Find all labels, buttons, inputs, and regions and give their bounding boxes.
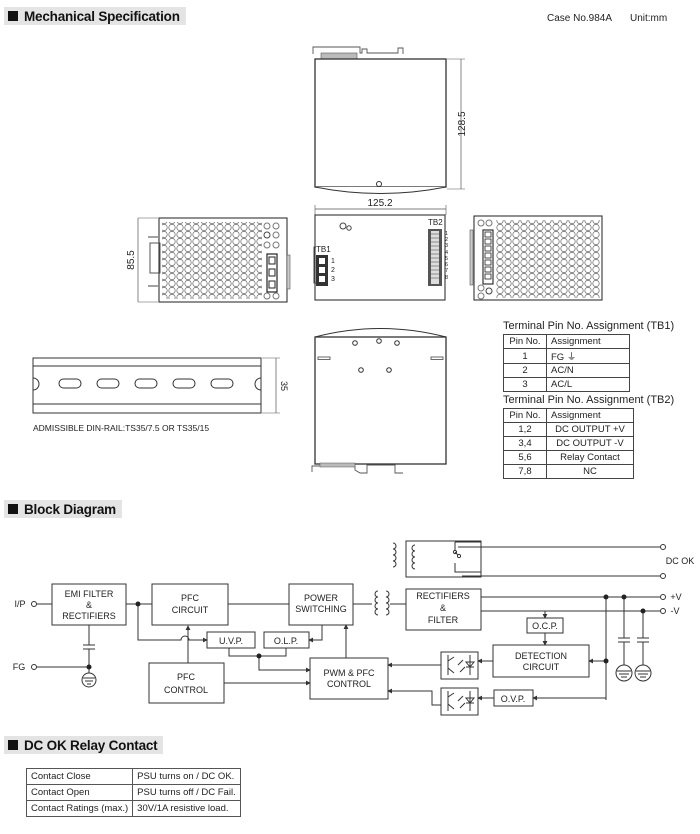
ocp-label: O.C.P. (532, 621, 558, 631)
table-row: 1 FG ⏚ (503, 348, 630, 364)
bullet-square-icon (8, 740, 18, 750)
pfc-control-block (148, 662, 225, 704)
rectifiers-label-line3: FILTER (428, 615, 459, 625)
output-neg-label: -V (671, 606, 680, 616)
relay-condition-cell: Contact Open (25, 784, 134, 801)
table-row: Contact Open PSU turns off / DC Fail. (25, 784, 241, 801)
assignment-cell: AC/L (546, 377, 630, 392)
header-pin-no: Pin No. (503, 334, 547, 349)
din-rail: 35 (32, 357, 289, 414)
pin-cell: 3 (503, 377, 547, 392)
assignment-cell: DC OUTPUT -V (546, 436, 634, 451)
dimension-width: 125.2 (367, 198, 392, 209)
section-header-relay: DC OK Relay Contact (4, 736, 164, 754)
rectifiers-label-line2: & (440, 603, 446, 613)
block-diagram: I/P FG DC OK +V -V EMI FILTER & RECTIFIE… (13, 540, 695, 716)
right-side-view (469, 215, 603, 301)
pfc-circuit-label-line1: PFC (181, 593, 200, 603)
tb1-table-title: Terminal Pin No. Assignment (TB1) (503, 320, 675, 332)
header-assignment: Assignment (546, 334, 630, 349)
tb2-label: TB2 (428, 218, 443, 227)
relay-description-cell: PSU turns on / DC OK. (132, 768, 241, 785)
input-ip-label: I/P (14, 599, 25, 609)
output-dc-ok-label: DC OK (666, 556, 695, 566)
emi-label-line1: EMI FILTER (65, 589, 114, 599)
svg-text:7: 7 (445, 268, 448, 274)
table-row: Contact Ratings (max.) 30V/1A resistive … (25, 800, 241, 817)
header-pin-no: Pin No. (503, 408, 547, 423)
pfc-control-label-line1: PFC (177, 672, 196, 682)
table-row: 3 AC/L (503, 377, 630, 392)
assignment-cell: DC OUTPUT +V (546, 422, 634, 437)
ovp-label: O.V.P. (501, 694, 526, 704)
tb1-label: TB1 (316, 245, 331, 254)
pfc-circuit-label-line2: CIRCUIT (172, 605, 209, 615)
pin-cell: 2 (503, 363, 547, 378)
bottom-view (311, 328, 447, 474)
pin-cell: 3,4 (503, 436, 547, 451)
svg-text:3: 3 (445, 243, 448, 249)
power-switching-label-line1: POWER (304, 593, 339, 603)
assignment-cell: AC/N (546, 363, 630, 378)
table-row: 2 AC/N (503, 363, 630, 378)
header-assignment: Assignment (546, 408, 634, 423)
pin-cell: 7,8 (503, 464, 547, 479)
dimension-rail-height: 35 (279, 381, 289, 391)
dimension-depth: 85.5 (126, 250, 137, 270)
relay-condition-cell: Contact Ratings (max.) (25, 800, 134, 817)
emi-label-line3: RECTIFIERS (62, 611, 116, 621)
table-header-row: Pin No. Assignment (503, 408, 634, 423)
table-row: 7,8 NC (503, 464, 634, 479)
pwm-label-line1: PWM & PFC (324, 668, 375, 678)
uvp-label: U.V.P. (219, 636, 243, 646)
tb1-pin-1: 1 (331, 258, 335, 265)
output-pos-label: +V (670, 592, 681, 602)
assignment-cell: FG ⏚ (546, 348, 630, 364)
power-switching-label-line2: SWITCHING (295, 604, 347, 614)
detection-circuit-block (492, 644, 590, 678)
olp-label: O.L.P. (274, 636, 298, 646)
relay-condition-cell: Contact Close (25, 768, 134, 785)
pin-cell: 5,6 (503, 450, 547, 465)
left-side-view: 85.5 (126, 217, 291, 303)
pwm-label-line2: CONTROL (327, 679, 371, 689)
relay-description-cell: 30V/1A resistive load. (132, 800, 241, 817)
table-header-row: Pin No. Assignment (503, 334, 630, 349)
tb1-pin-2: 2 (331, 267, 335, 274)
tb2-table: Pin No. Assignment 1,2 DC OUTPUT +V 3,4 DC… (503, 408, 634, 479)
relay-contact-table: Contact Close PSU turns on / DC OK. Cont… (25, 768, 241, 817)
assignment-cell: NC (546, 464, 634, 479)
tb1-table: Pin No. Assignment 1 FG ⏚ 2 AC/N 3 AC/L (503, 334, 630, 392)
relay-description-cell: PSU turns off / DC Fail. (132, 784, 241, 801)
svg-text:8: 8 (445, 275, 448, 281)
section-title: Block Diagram (24, 501, 116, 517)
rectifiers-label-line1: RECTIFIERS (416, 591, 470, 601)
dimension-height: 128.5 (457, 111, 468, 136)
tb2-table-title: Terminal Pin No. Assignment (TB2) (503, 394, 675, 406)
assignment-cell: Relay Contact (546, 450, 634, 465)
detection-label-line1: DETECTION (515, 651, 567, 661)
bullet-square-icon (8, 504, 18, 514)
optocoupler-2 (440, 687, 479, 716)
pin-cell: 1 (503, 348, 547, 364)
emi-label-line2: & (86, 600, 92, 610)
tb1-pin-3: 3 (331, 276, 335, 283)
table-row: 1,2 DC OUTPUT +V (503, 422, 634, 437)
pin-cell: 1,2 (503, 422, 547, 437)
section-header-block-diagram: Block Diagram (4, 500, 122, 518)
pfc-control-label-line2: CONTROL (164, 685, 208, 695)
table-row: 5,6 Relay Contact (503, 450, 634, 465)
front-view: 128.5 (312, 46, 468, 194)
din-rail-note: ADMISSIBLE DIN-RAIL:TS35/7.5 OR TS35/15 (33, 423, 210, 433)
detection-label-line2: CIRCUIT (523, 662, 560, 672)
optocoupler-1 (440, 651, 479, 680)
table-row: 3,4 DC OUTPUT -V (503, 436, 634, 451)
section-title: DC OK Relay Contact (24, 737, 158, 753)
terminal-view: TB1 1 2 3 TB2 123 456 78 (313, 214, 448, 301)
input-fg-label: FG (13, 662, 26, 672)
table-row: Contact Close PSU turns on / DC OK. (25, 768, 241, 785)
